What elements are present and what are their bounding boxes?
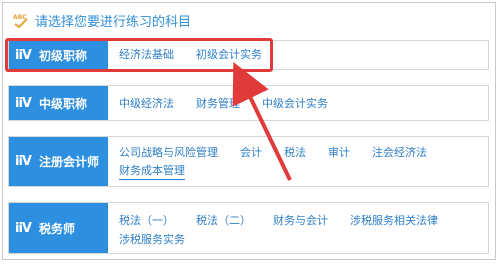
- annotation-arrow: [232, 61, 292, 181]
